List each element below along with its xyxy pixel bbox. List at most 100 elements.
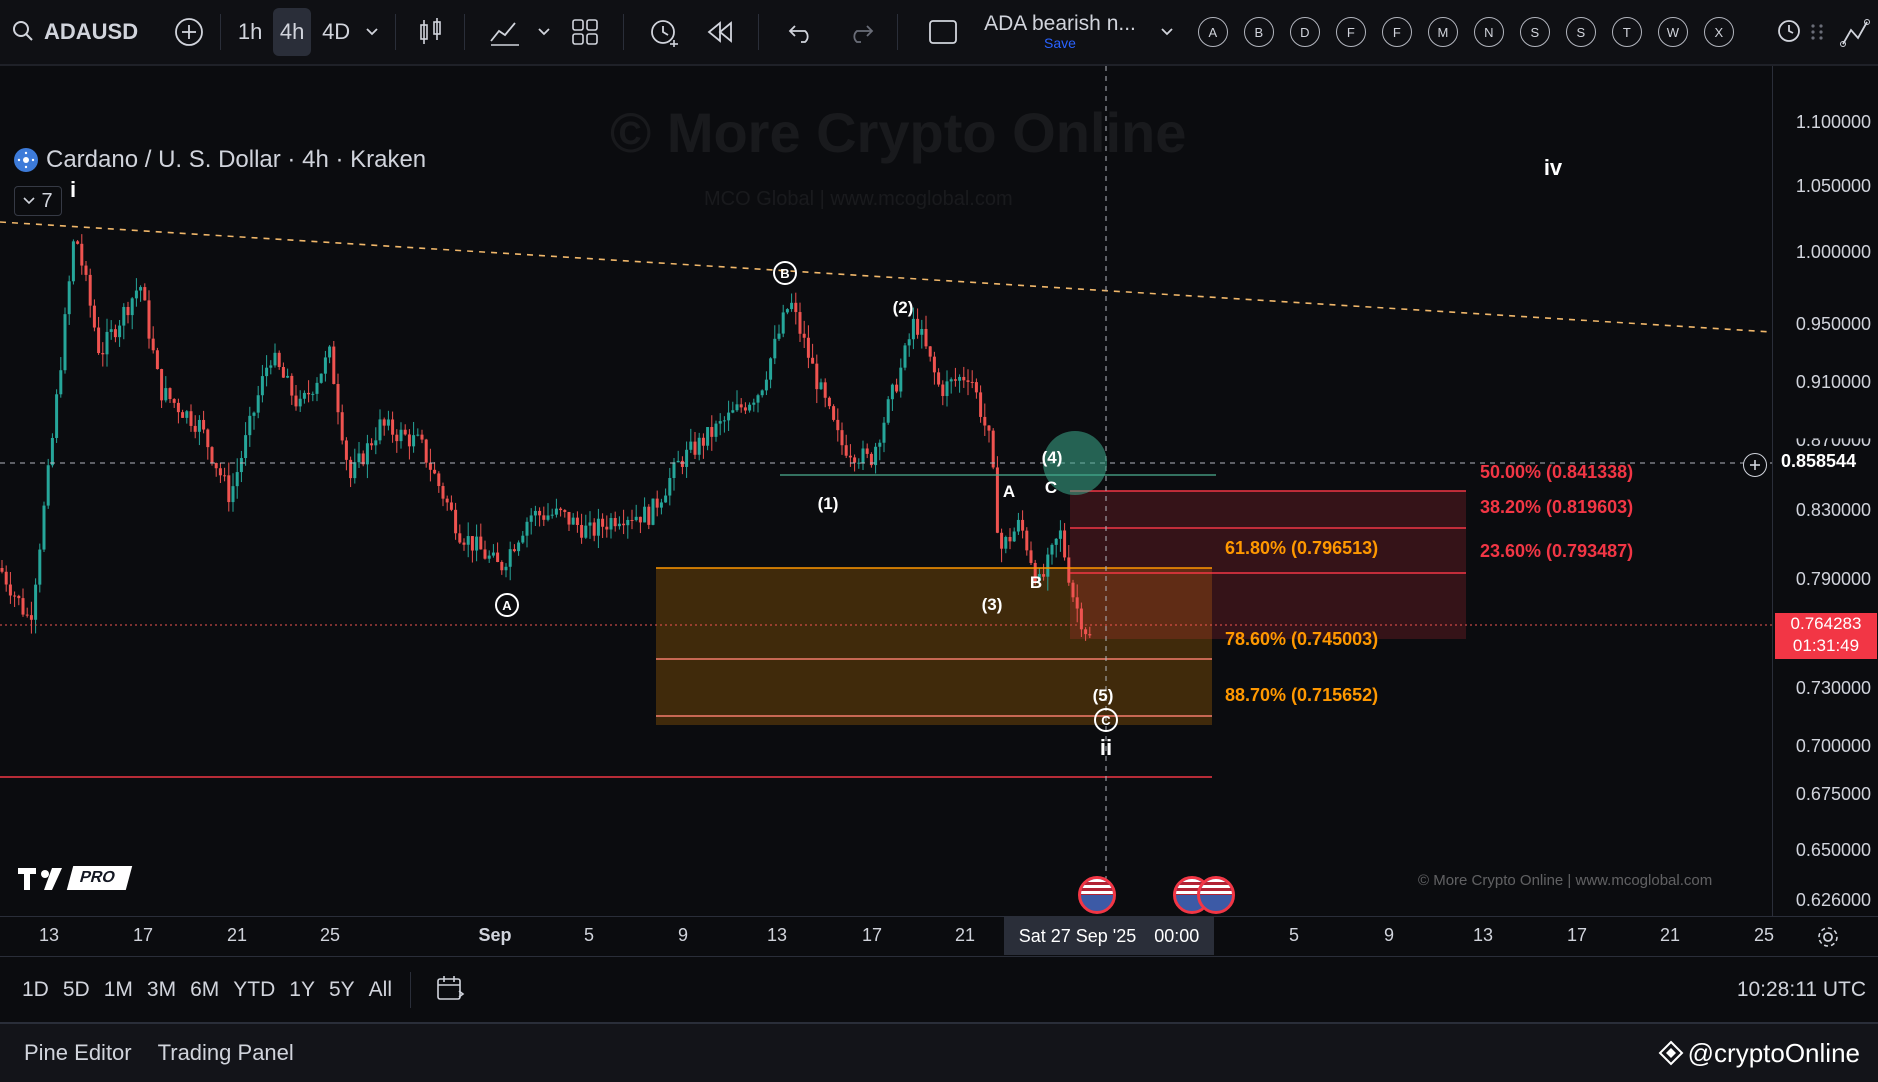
layout-name[interactable]: ADA bearish n... Save <box>984 13 1136 52</box>
candle <box>353 448 357 484</box>
candle-body <box>382 419 386 426</box>
candle-body <box>769 358 773 380</box>
candle <box>983 403 987 436</box>
indicator-count: 7 <box>41 189 53 212</box>
chevron-down-icon[interactable] <box>537 27 551 37</box>
candle <box>344 437 348 471</box>
timeframe-4D[interactable]: 4D <box>317 8 355 56</box>
range-1d[interactable]: 1D <box>22 978 49 1002</box>
redo-icon[interactable] <box>847 20 875 44</box>
alert-clock-icon[interactable] <box>648 16 680 48</box>
utc-clock[interactable]: 10:28:11 UTC <box>1737 978 1866 1002</box>
letter-button-n[interactable]: N <box>1473 17 1504 47</box>
replay-icon[interactable] <box>706 20 734 44</box>
candle <box>265 355 269 387</box>
price-tick: 0.675000 <box>1795 784 1871 804</box>
candle-body <box>932 356 936 373</box>
candle <box>59 357 63 398</box>
pine-editor-tab[interactable]: Pine Editor <box>24 1040 132 1066</box>
candle <box>244 422 248 466</box>
candle-body <box>1012 531 1016 542</box>
goto-date-calendar-icon[interactable] <box>435 974 465 1007</box>
candle-body <box>899 367 903 392</box>
symbol-search[interactable]: ADAUSD <box>44 19 138 45</box>
candle <box>861 440 865 471</box>
candle-type-icon[interactable] <box>418 17 444 47</box>
letter-button-s2[interactable]: S <box>1565 17 1596 47</box>
bar-countdown: 01:31:49 <box>1792 636 1860 655</box>
candle <box>890 383 894 411</box>
letter-button-t[interactable]: T <box>1611 17 1642 47</box>
trading-panel-tab[interactable]: Trading Panel <box>158 1040 294 1066</box>
candle-body <box>504 566 508 571</box>
range-3m[interactable]: 3M <box>147 978 176 1002</box>
candle-body <box>260 376 264 396</box>
candle-body <box>525 521 529 536</box>
candle-body <box>1071 582 1075 598</box>
candle-body <box>449 502 453 510</box>
timeframe-1h[interactable]: 1h <box>231 8 269 56</box>
range-5d[interactable]: 5D <box>63 978 90 1002</box>
letter-button-f2[interactable]: F <box>1381 17 1412 47</box>
binance-logo-icon <box>1658 1040 1684 1066</box>
candle <box>391 411 395 443</box>
candle-body <box>176 402 180 413</box>
candle-body <box>672 462 676 478</box>
candle <box>357 442 361 469</box>
drawing-tool-icon[interactable] <box>1840 18 1870 48</box>
letter-button-m[interactable]: M <box>1427 17 1458 47</box>
candle <box>412 421 416 453</box>
indicator-toggle[interactable]: 7 <box>14 186 62 216</box>
range-all[interactable]: All <box>369 978 392 1002</box>
candle <box>76 240 80 245</box>
time-tick: 13 <box>766 925 788 945</box>
layout-grid-icon[interactable] <box>571 18 599 46</box>
candle <box>697 432 701 461</box>
range-6m[interactable]: 6M <box>190 978 219 1002</box>
time-axis[interactable]: 13 17 21 25 Sep 5 9 13 17 21 5 9 13 17 2… <box>0 916 1878 957</box>
letter-button-b[interactable]: B <box>1243 17 1274 47</box>
letter-button-f1[interactable]: F <box>1335 17 1366 47</box>
fib-label-50: 50.00% (0.841338) <box>1480 462 1634 482</box>
add-alert-plus-icon[interactable] <box>1743 453 1767 477</box>
timeframe-4h[interactable]: 4h <box>273 8 312 56</box>
quick-settings-icon[interactable] <box>1776 18 1802 44</box>
us-flag-event-icon[interactable] <box>1197 876 1235 914</box>
price-axis[interactable]: 1.100000 1.050000 1.000000 0.950000 0.91… <box>1772 66 1878 916</box>
letter-button-d[interactable]: D <box>1289 17 1320 47</box>
letter-button-a[interactable]: A <box>1197 17 1228 47</box>
drag-handle-icon[interactable] <box>1810 22 1824 42</box>
candle-body <box>844 445 848 456</box>
range-ytd[interactable]: YTD <box>233 978 275 1002</box>
candle <box>819 378 823 390</box>
candle-body <box>945 381 949 397</box>
candle-body <box>164 388 168 401</box>
candle-body <box>651 498 655 525</box>
candle <box>0 560 4 574</box>
fullscreen-icon[interactable] <box>928 19 958 45</box>
candle <box>1016 512 1020 535</box>
chevron-down-icon[interactable] <box>365 27 379 37</box>
range-1y[interactable]: 1Y <box>289 978 315 1002</box>
letter-button-w[interactable]: W <box>1657 17 1688 47</box>
candle-body <box>181 412 185 418</box>
candle-body <box>256 395 260 413</box>
chart-area[interactable]: © More Crypto Online MCO Global | www.mc… <box>0 66 1772 916</box>
range-5y[interactable]: 5Y <box>329 978 355 1002</box>
symbol-legend[interactable]: Cardano / U. S. Dollar · 4h · Kraken <box>14 146 426 174</box>
range-1m[interactable]: 1M <box>104 978 133 1002</box>
candle <box>874 442 878 474</box>
candle <box>651 498 655 526</box>
indicators-icon[interactable] <box>489 17 521 47</box>
search-icon[interactable] <box>12 20 34 42</box>
candle-body <box>1058 530 1062 539</box>
settings-gear-icon[interactable] <box>1816 925 1840 954</box>
us-flag-event-icon[interactable] <box>1078 876 1116 914</box>
candle-body <box>386 419 390 426</box>
letter-button-x[interactable]: X <box>1703 17 1734 47</box>
chevron-down-icon[interactable] <box>1160 27 1174 37</box>
letter-button-s1[interactable]: S <box>1519 17 1550 47</box>
candle-body <box>983 416 987 426</box>
compare-add-icon[interactable] <box>174 17 204 47</box>
undo-icon[interactable] <box>787 20 815 44</box>
